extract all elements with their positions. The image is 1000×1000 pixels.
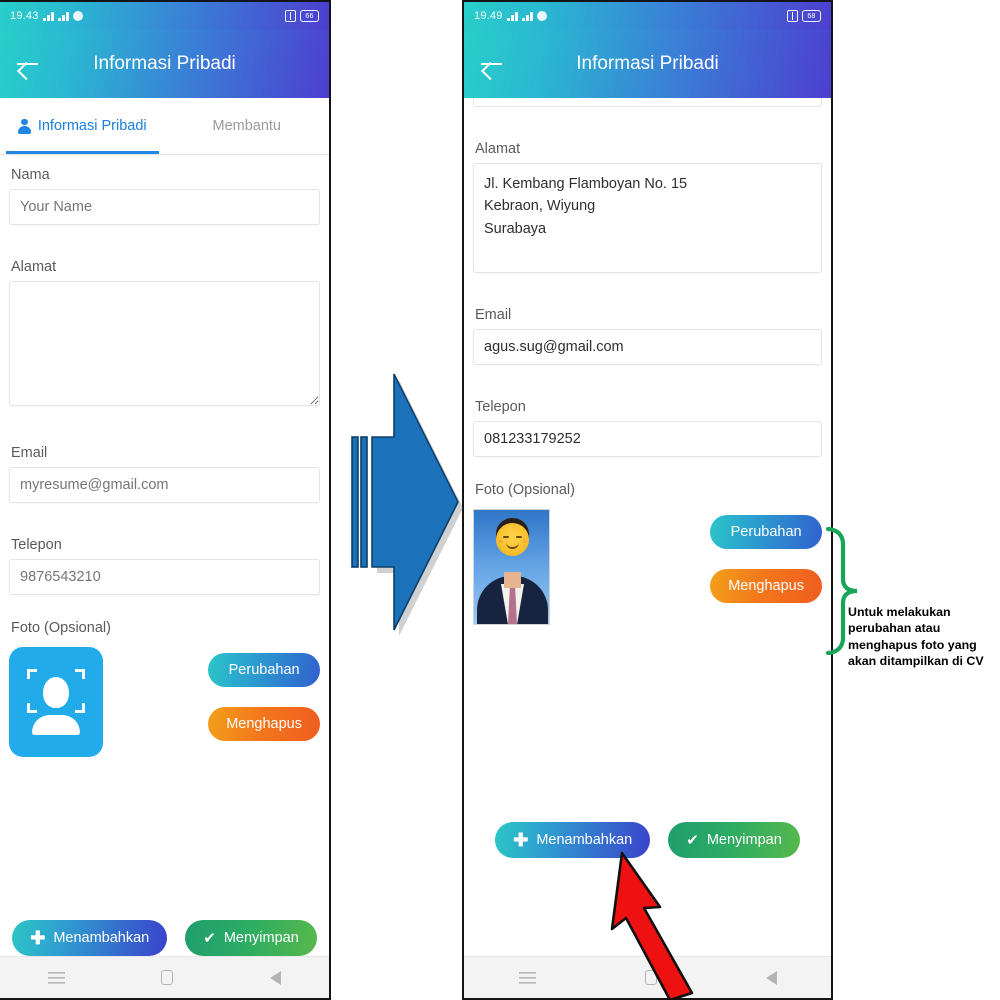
phone-screenshot-left: 19.43 66 Informasi Pribadi Informasi Pri… [0, 0, 331, 1000]
status-time: 19.49 [474, 10, 503, 22]
wifi-icon [72, 11, 83, 21]
left-screen: 19.43 66 Informasi Pribadi Informasi Pri… [0, 2, 329, 998]
signal-bars-icon-2 [521, 11, 533, 21]
photo-placeholder-button[interactable] [9, 647, 103, 757]
left-tab-bar: Informasi Pribadi Membantu [0, 98, 329, 155]
annotation-note: Untuk melakukan perubahan atau menghapus… [848, 605, 984, 669]
scrolled-off-field-edge [473, 98, 822, 107]
sim-card-icon [285, 10, 296, 22]
back-triangle-icon[interactable] [269, 970, 281, 985]
battery-icon: 68 [802, 10, 821, 22]
left-bottom-actions: ✚ Menambahkan ✔ Menyimpan [0, 920, 329, 956]
back-button[interactable] [464, 30, 520, 98]
home-icon[interactable] [161, 970, 174, 985]
field-email: Email [9, 433, 320, 503]
red-arrow-pointing-up-icon [610, 851, 694, 1000]
wifi-icon [536, 11, 547, 21]
field-label: Telepon [11, 537, 62, 553]
email-input[interactable] [9, 467, 320, 503]
menu-icon[interactable] [48, 971, 66, 984]
field-telepon: Telepon 081233179252 [473, 387, 822, 457]
sim-card-icon [787, 10, 798, 22]
field-nama: Nama [9, 155, 320, 225]
plus-icon: ✚ [513, 830, 529, 850]
tab-label: Membantu [212, 118, 281, 134]
person-icon [17, 118, 31, 134]
field-alamat: Alamat Jl. Kembang Flamboyan No. 15 Kebr… [473, 129, 822, 273]
left-form: Nama Alamat Email Telepon Foto (Opsional… [0, 155, 329, 642]
foto-label: Foto (Opsional) [475, 482, 575, 498]
right-app-bar: Informasi Pribadi [464, 30, 831, 98]
tab-informasi-pribadi[interactable]: Informasi Pribadi [0, 98, 165, 154]
menyimpan-button[interactable]: ✔ Menyimpan [185, 920, 317, 956]
field-label: Telepon [475, 399, 526, 415]
status-right-group: 68 [787, 10, 821, 22]
menu-icon[interactable] [518, 971, 536, 984]
left-status-bar: 19.43 66 [0, 2, 329, 30]
menambahkan-button[interactable]: ✚ Menambahkan [12, 920, 168, 956]
email-value[interactable]: agus.sug@gmail.com [473, 329, 822, 365]
telepon-input[interactable] [9, 559, 320, 595]
back-arrow-icon [17, 55, 39, 73]
button-label: Menambahkan [53, 930, 150, 946]
field-label: Alamat [11, 259, 57, 275]
right-form: Alamat Jl. Kembang Flamboyan No. 15 Kebr… [464, 107, 831, 504]
signal-bars-icon [506, 11, 518, 21]
field-telepon: Telepon [9, 525, 320, 595]
left-photo-actions: Perubahan Menghapus [208, 647, 320, 741]
signal-bars-icon-2 [57, 11, 69, 21]
right-photo-actions: Perubahan Menghapus [710, 509, 822, 603]
back-triangle-icon[interactable] [765, 970, 777, 985]
emoji-face-overlay-icon [496, 523, 529, 556]
left-app-bar: Informasi Pribadi [0, 30, 329, 98]
back-arrow-icon [481, 55, 503, 73]
profile-photo-image[interactable] [473, 509, 550, 625]
foto-label: Foto (Opsional) [11, 620, 111, 636]
button-label: Menyimpan [706, 832, 782, 848]
field-label: Nama [11, 167, 50, 183]
right-photo-row: Perubahan Menghapus [464, 504, 831, 625]
left-photo-row: Perubahan Menghapus [0, 642, 329, 757]
button-label: Menyimpan [223, 930, 299, 946]
alamat-value[interactable]: Jl. Kembang Flamboyan No. 15 Kebraon, Wi… [473, 163, 822, 273]
perubahan-button[interactable]: Perubahan [208, 653, 320, 687]
menghapus-button[interactable]: Menghapus [208, 707, 320, 741]
check-icon: ✔ [203, 929, 216, 947]
telepon-value[interactable]: 081233179252 [473, 421, 822, 457]
right-status-bar: 19.49 68 [464, 2, 831, 30]
person-photo-placeholder-icon [27, 669, 85, 735]
back-button[interactable] [0, 30, 56, 98]
tab-label: Informasi Pribadi [37, 118, 147, 134]
status-right-group: 66 [285, 10, 319, 22]
perubahan-button[interactable]: Perubahan [710, 515, 822, 549]
menghapus-button[interactable]: Menghapus [710, 569, 822, 603]
blue-right-arrow-icon [351, 373, 463, 636]
field-label: Email [475, 307, 512, 323]
status-left-group: 19.49 [474, 10, 547, 22]
field-label: Alamat [475, 141, 521, 157]
alamat-input[interactable] [9, 281, 320, 406]
plus-icon: ✚ [30, 928, 46, 948]
field-alamat: Alamat [9, 247, 320, 411]
tab-membantu[interactable]: Membantu [165, 98, 330, 154]
nama-input[interactable] [9, 189, 320, 225]
battery-icon: 66 [300, 10, 319, 22]
field-label: Email [11, 445, 48, 461]
signal-bars-icon [42, 11, 54, 21]
field-email: Email agus.sug@gmail.com [473, 295, 822, 365]
left-system-nav-bar [0, 956, 329, 998]
status-left-group: 19.43 [10, 10, 83, 22]
status-time: 19.43 [10, 10, 39, 22]
